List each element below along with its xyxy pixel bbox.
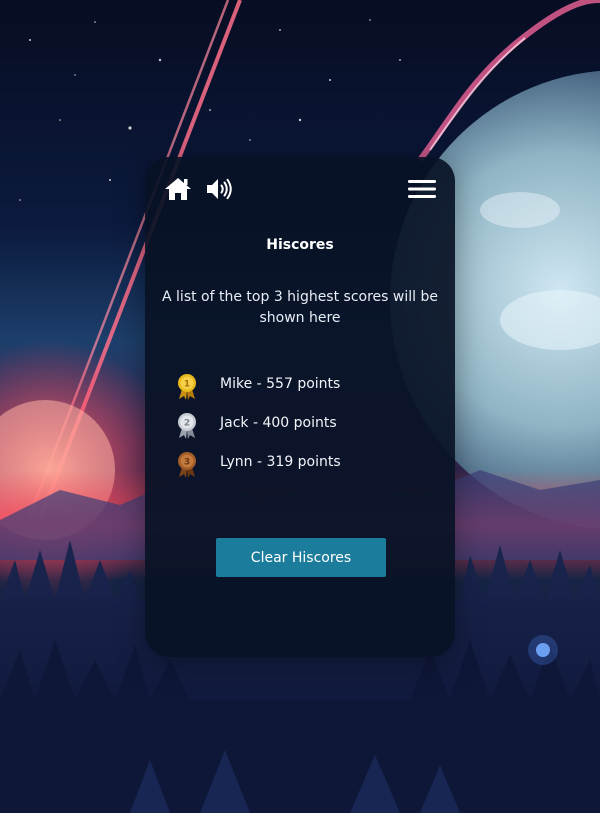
hiscores-description: A list of the top 3 highest scores will …: [162, 289, 438, 326]
gold-medal-icon: 1: [178, 374, 196, 400]
game-screen: Hiscores A list of the top 3 highest sco…: [0, 0, 600, 813]
home-icon[interactable]: [164, 176, 192, 202]
score-entry-text: Jack - 400 points: [220, 415, 337, 431]
speaker-volume-icon[interactable]: [205, 177, 233, 201]
hamburger-menu-icon[interactable]: [408, 179, 436, 199]
hiscores-list: 1 Mike - 557 points 2 Jack - 400 points: [175, 373, 435, 490]
list-item: 1 Mike - 557 points: [175, 373, 435, 412]
silver-medal-icon: 2: [178, 413, 196, 439]
list-item: 3 Lynn - 319 points: [175, 451, 435, 490]
score-entry-text: Lynn - 319 points: [220, 454, 341, 470]
clear-hiscores-button[interactable]: Clear Hiscores: [216, 538, 386, 577]
page-title: Hiscores: [266, 237, 334, 253]
svg-text:1: 1: [184, 380, 190, 390]
score-entry-text: Mike - 557 points: [220, 376, 341, 392]
hiscores-panel: Hiscores A list of the top 3 highest sco…: [145, 157, 455, 657]
bronze-medal-icon: 3: [178, 452, 196, 478]
list-item: 2 Jack - 400 points: [175, 412, 435, 451]
svg-text:3: 3: [184, 458, 190, 468]
svg-text:2: 2: [184, 419, 190, 429]
